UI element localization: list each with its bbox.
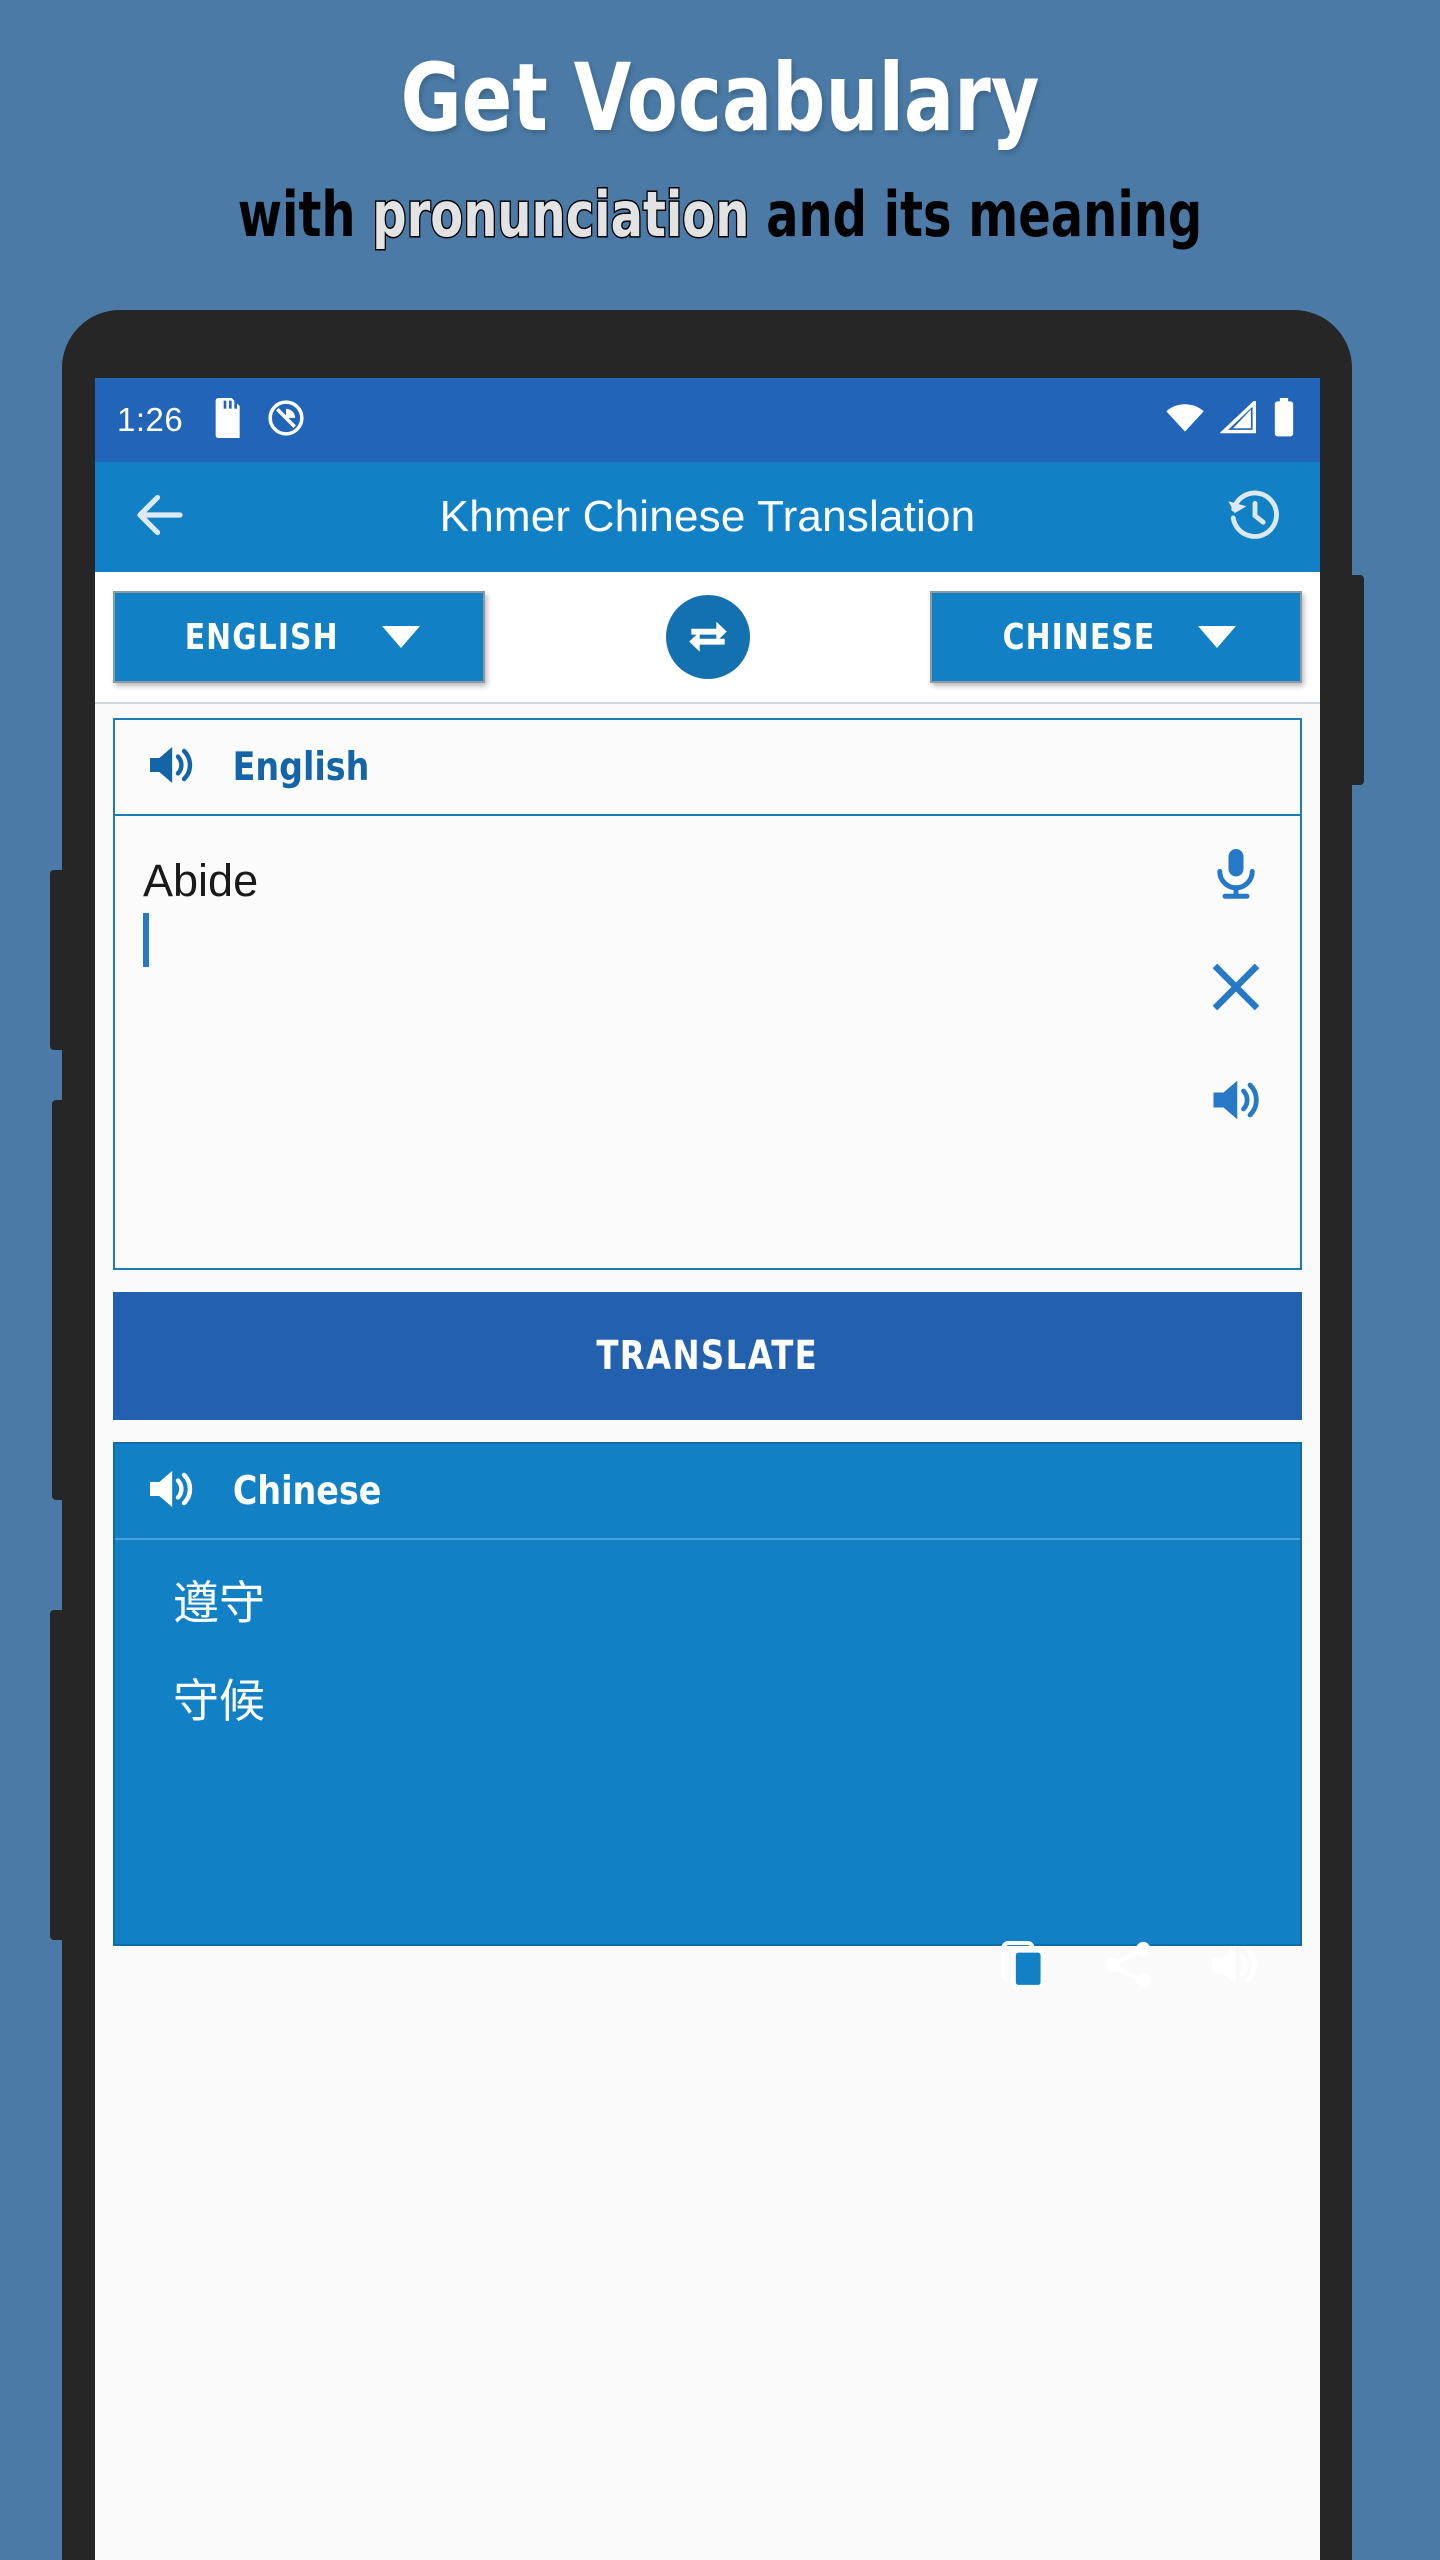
- mic-button[interactable]: [1206, 844, 1266, 909]
- promo-subtitle-after: and its meaning: [749, 178, 1203, 251]
- speak-input-button[interactable]: [1206, 1070, 1266, 1135]
- copy-button[interactable]: [996, 1937, 1052, 1998]
- phone-mockup: 1:26 Khmer Chinese Translation ENGLISH C…: [50, 310, 1364, 2560]
- back-button[interactable]: [121, 478, 199, 556]
- main-content: English Abide TRANSLATE Chinese 遵守 守候: [95, 704, 1320, 2560]
- promo-subtitle: with pronunciation and its meaning: [101, 182, 1339, 247]
- cell-signal-icon: [1219, 398, 1258, 440]
- input-text-value: Abide: [143, 855, 259, 906]
- promo-header: Get Vocabulary with pronunciation and it…: [0, 0, 1440, 248]
- sd-card-icon: [213, 397, 245, 443]
- input-language-label: English: [232, 744, 370, 790]
- speak-output-button[interactable]: [1204, 1935, 1264, 2000]
- power-button[interactable]: [1350, 575, 1364, 785]
- app-bar: Khmer Chinese Translation: [95, 462, 1320, 572]
- clear-button[interactable]: [1206, 957, 1266, 1022]
- history-icon: [1226, 486, 1284, 549]
- share-button[interactable]: [1100, 1937, 1156, 1998]
- status-bar-time: 1:26: [117, 401, 184, 438]
- side-button-lower[interactable]: [50, 1610, 64, 1940]
- input-card-header: English: [115, 720, 1300, 816]
- target-language-dropdown[interactable]: CHINESE: [930, 591, 1302, 683]
- source-language-label: ENGLISH: [185, 616, 339, 658]
- output-language-label: Chinese: [232, 1468, 382, 1514]
- history-button[interactable]: [1216, 478, 1294, 556]
- output-line: 守候: [173, 1674, 265, 1728]
- phone-screen: 1:26 Khmer Chinese Translation ENGLISH C…: [95, 378, 1320, 2560]
- input-action-column: [1206, 844, 1266, 1135]
- battery-icon: [1272, 397, 1296, 443]
- text-cursor: [143, 913, 149, 967]
- volume-down-button[interactable]: [52, 1100, 64, 1500]
- app-bar-title: Khmer Chinese Translation: [439, 492, 976, 541]
- translate-button[interactable]: TRANSLATE: [113, 1292, 1302, 1420]
- promo-subtitle-highlight: pronunciation: [371, 178, 751, 251]
- language-selector-bar: ENGLISH CHINESE: [95, 572, 1320, 704]
- output-text-area: 遵守 守候: [115, 1540, 1300, 1990]
- wifi-icon: [1164, 401, 1206, 440]
- status-bar-left-icons: [213, 397, 305, 443]
- input-card: English Abide: [113, 718, 1302, 1270]
- output-card-header: Chinese: [115, 1444, 1300, 1540]
- speaker-icon[interactable]: [143, 1461, 199, 1522]
- output-action-row: [996, 1935, 1264, 2000]
- chevron-down-icon: [1198, 626, 1236, 648]
- volume-up-button[interactable]: [50, 870, 64, 1050]
- target-language-label: CHINESE: [1002, 616, 1156, 658]
- do-not-disturb-icon: [267, 399, 305, 442]
- input-text-area[interactable]: Abide: [115, 816, 1300, 1268]
- translate-button-label: TRANSLATE: [596, 1333, 819, 1379]
- speaker-icon[interactable]: [143, 737, 199, 798]
- chevron-down-icon: [381, 626, 420, 648]
- output-line: 遵守: [173, 1576, 265, 1630]
- status-bar-right-icons: [1164, 397, 1296, 443]
- swap-languages-button[interactable]: [665, 595, 750, 679]
- back-arrow-icon: [130, 485, 190, 550]
- source-language-dropdown[interactable]: ENGLISH: [113, 591, 485, 683]
- output-card: Chinese 遵守 守候: [113, 1442, 1302, 1990]
- status-bar: 1:26: [95, 378, 1320, 462]
- promo-subtitle-before: with: [237, 178, 373, 251]
- promo-title: Get Vocabulary: [400, 44, 1040, 153]
- swap-arrows-icon: [683, 610, 733, 665]
